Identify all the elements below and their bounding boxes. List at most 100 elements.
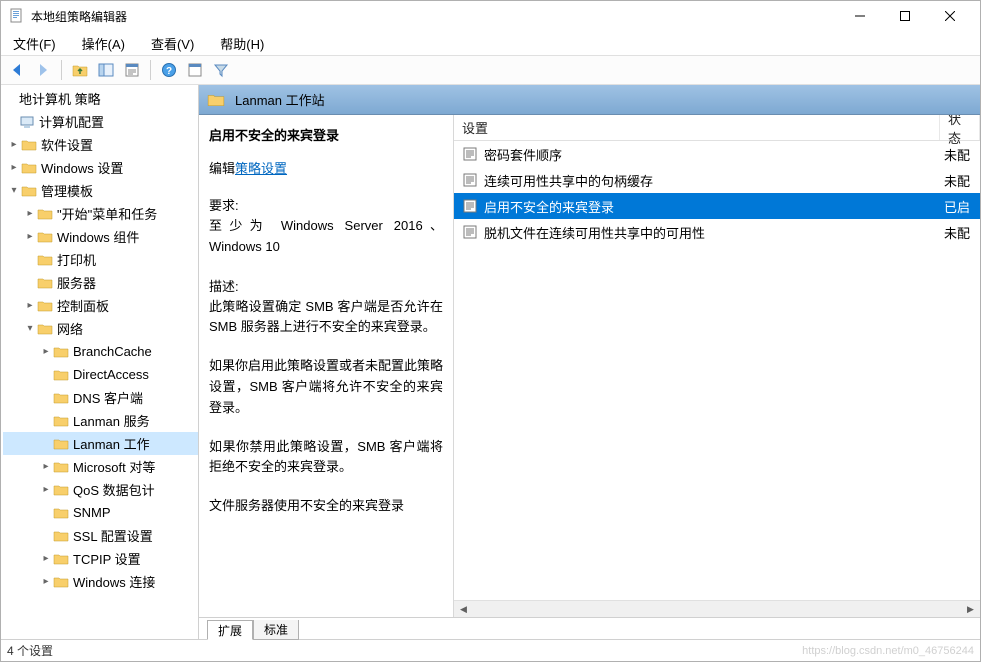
folder-icon (37, 206, 53, 222)
folder-icon (53, 505, 69, 521)
show-hide-tree-button[interactable] (94, 58, 118, 82)
folder-icon (21, 160, 37, 176)
column-setting[interactable]: 设置 (454, 115, 940, 140)
watermark: https://blog.csdn.net/m0_46756244 (802, 645, 974, 657)
minimize-button[interactable] (837, 2, 882, 30)
tree-lanman-server[interactable]: Lanman 服务 (3, 409, 198, 432)
window-title: 本地组策略编辑器 (31, 8, 127, 25)
description-p2: 如果你启用此策略设置或者未配置此策略设置，SMB 客户端将允许不安全的来宾登录。 (209, 356, 443, 418)
list-row-setting: 连续可用性共享中的句柄缓存 (484, 171, 940, 190)
properties-button[interactable] (120, 58, 144, 82)
list-row[interactable]: 脱机文件在连续可用性共享中的可用性 未配 (454, 219, 980, 245)
scroll-left-button[interactable]: ◀ (456, 602, 471, 617)
tree-ssl[interactable]: SSL 配置设置 (3, 524, 198, 547)
tree-win-components[interactable]: ▸Windows 组件 (3, 225, 198, 248)
folder-icon (37, 321, 53, 337)
tree-ms-peer[interactable]: ▸Microsoft 对等 (3, 455, 198, 478)
list-header: 设置 状态 (454, 115, 980, 141)
policy-icon (462, 172, 478, 188)
edit-prefix: 编辑 (209, 161, 235, 176)
policy-icon (462, 198, 478, 214)
tree-snmp[interactable]: SNMP (3, 501, 198, 524)
content-header: Lanman 工作站 (199, 85, 980, 115)
back-button[interactable] (5, 58, 29, 82)
title-bar: 本地组策略编辑器 (1, 1, 980, 31)
menu-view[interactable]: 查看(V) (147, 32, 198, 55)
tree-printers[interactable]: 打印机 (3, 248, 198, 271)
forward-button[interactable] (31, 58, 55, 82)
folder-icon (53, 367, 69, 383)
column-state[interactable]: 状态 (940, 115, 980, 140)
folder-icon (21, 137, 37, 153)
tree-qos[interactable]: ▸QoS 数据包计 (3, 478, 198, 501)
tree-start-menu[interactable]: ▸"开始"菜单和任务 (3, 202, 198, 225)
help-button[interactable]: ? (157, 58, 181, 82)
right-pane: Lanman 工作站 启用不安全的来宾登录 编辑策略设置 要求: 至少为 Win… (199, 85, 980, 639)
tree[interactable]: 地计算机 策略 计算机配置 ▸软件设置 ▸Windows 设置 ▾管理模板 ▸"… (1, 85, 198, 639)
bottom-tabs: 扩展 标准 (199, 617, 980, 639)
policy-icon (462, 146, 478, 162)
list-row-state: 未配 (940, 171, 980, 190)
menu-bar: 文件(F) 操作(A) 查看(V) 帮助(H) (1, 31, 980, 55)
folder-icon (53, 482, 69, 498)
list-row-setting: 密码套件顺序 (484, 145, 940, 164)
filter-button[interactable] (209, 58, 233, 82)
list-row-setting: 启用不安全的来宾登录 (484, 197, 940, 216)
svg-text:?: ? (166, 66, 172, 77)
list-row[interactable]: 启用不安全的来宾登录 已启 (454, 193, 980, 219)
tree-root[interactable]: 地计算机 策略 (3, 87, 198, 110)
options-button[interactable] (183, 58, 207, 82)
tree-servers[interactable]: 服务器 (3, 271, 198, 294)
folder-icon (37, 252, 53, 268)
folder-icon (53, 551, 69, 567)
tree-computer-config[interactable]: 计算机配置 (3, 110, 198, 133)
scroll-right-button[interactable]: ▶ (963, 602, 978, 617)
folder-icon (53, 574, 69, 590)
status-bar: 4 个设置 https://blog.csdn.net/m0_46756244 (1, 639, 980, 661)
horizontal-scrollbar[interactable]: ◀ ▶ (454, 600, 980, 617)
policy-icon (462, 224, 478, 240)
tree-tcpip[interactable]: ▸TCPIP 设置 (3, 547, 198, 570)
list-row[interactable]: 连续可用性共享中的句柄缓存 未配 (454, 167, 980, 193)
settings-list-pane: 设置 状态 密码套件顺序 未配 连续可用性共享中的句柄缓存 未配 (454, 115, 980, 617)
tree-windows-settings[interactable]: ▸Windows 设置 (3, 156, 198, 179)
policy-title: 启用不安全的来宾登录 (209, 125, 443, 144)
tree-win-conn[interactable]: ▸Windows 连接 (3, 570, 198, 593)
folder-icon (53, 436, 69, 452)
tree-control-panel[interactable]: ▸控制面板 (3, 294, 198, 317)
maximize-button[interactable] (882, 2, 927, 30)
description-p3: 如果你禁用此策略设置，SMB 客户端将拒绝不安全的来宾登录。 (209, 437, 443, 479)
tree-network[interactable]: ▾网络 (3, 317, 198, 340)
folder-icon (207, 91, 225, 109)
tree-branchcache[interactable]: ▸BranchCache (3, 340, 198, 363)
folder-icon (53, 528, 69, 544)
description-pane: 启用不安全的来宾登录 编辑策略设置 要求: 至少为 Windows Server… (199, 115, 454, 617)
status-text: 4 个设置 (7, 642, 53, 659)
tree-dns-client[interactable]: DNS 客户端 (3, 386, 198, 409)
list-row-state: 未配 (940, 145, 980, 164)
tree-software-settings[interactable]: ▸软件设置 (3, 133, 198, 156)
tab-extended[interactable]: 扩展 (207, 620, 253, 640)
folder-icon (37, 298, 53, 314)
list-body[interactable]: 密码套件顺序 未配 连续可用性共享中的句柄缓存 未配 启用不安全的来宾登录 已启 (454, 141, 980, 600)
description-p4: 文件服务器使用不安全的来宾登录 (209, 496, 443, 517)
tree-lanman-workstation[interactable]: Lanman 工作 (3, 432, 198, 455)
tree-directaccess[interactable]: DirectAccess (3, 363, 198, 386)
toolbar: ? (1, 55, 980, 85)
folder-icon (53, 390, 69, 406)
folder-icon (53, 459, 69, 475)
menu-help[interactable]: 帮助(H) (216, 32, 268, 55)
up-button[interactable] (68, 58, 92, 82)
requirements-label: 要求: (209, 195, 443, 214)
list-row[interactable]: 密码套件顺序 未配 (454, 141, 980, 167)
menu-file[interactable]: 文件(F) (9, 32, 60, 55)
tab-standard[interactable]: 标准 (253, 620, 299, 640)
tree-admin-templates[interactable]: ▾管理模板 (3, 179, 198, 202)
description-label: 描述: (209, 276, 443, 295)
tree-pane: 地计算机 策略 计算机配置 ▸软件设置 ▸Windows 设置 ▾管理模板 ▸"… (1, 85, 199, 639)
menu-action[interactable]: 操作(A) (78, 32, 129, 55)
computer-icon (19, 114, 35, 130)
requirements-text: 至少为 Windows Server 2016、Windows 10 (209, 216, 443, 258)
close-button[interactable] (927, 2, 972, 30)
edit-policy-link[interactable]: 策略设置 (235, 158, 287, 177)
